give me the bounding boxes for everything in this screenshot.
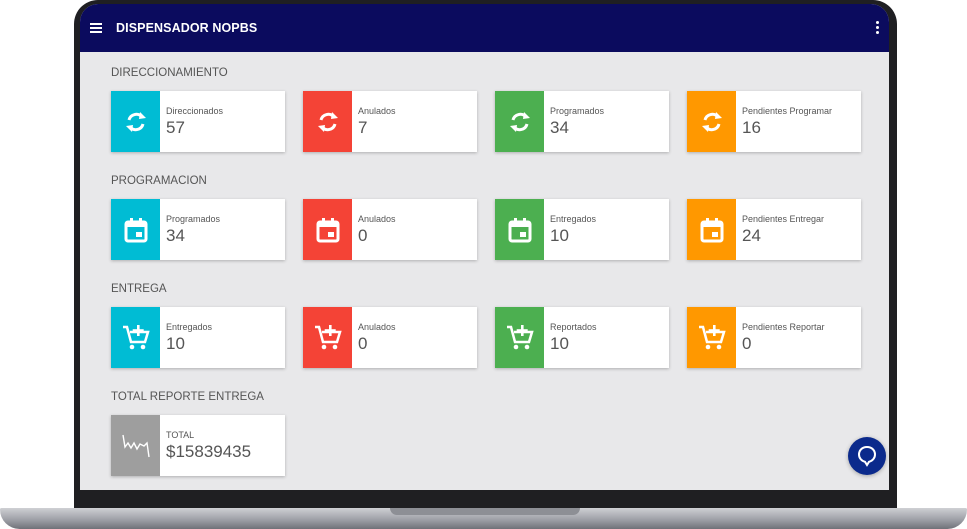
stat-card[interactable]: Reportados 10 [495, 307, 669, 368]
card-text: Entregados 10 [160, 307, 212, 368]
card-icon-box [303, 199, 352, 260]
chat-button[interactable] [848, 437, 886, 475]
card-value: 10 [550, 226, 569, 245]
card-label: Entregados [550, 214, 597, 224]
section-title-total-reporte: TOTAL REPORTE ENTREGA [111, 391, 264, 403]
app-screen: DISPENSADOR NOPBS DIRECCIONAMIENTO PROGR… [80, 4, 889, 490]
card-value: 7 [358, 118, 368, 137]
card-value: 10 [166, 334, 185, 353]
stat-card[interactable]: Direccionados 57 [111, 91, 285, 152]
app-title: DISPENSADOR NOPBS [116, 21, 258, 35]
section-title-entrega: ENTREGA [111, 283, 167, 295]
card-label: TOTAL [166, 430, 195, 440]
stat-card[interactable]: Entregados 10 [495, 199, 669, 260]
card-icon-box [495, 199, 544, 260]
card-icon-box [111, 199, 160, 260]
add-cart-icon [506, 324, 534, 349]
stat-card[interactable]: Programados 34 [495, 91, 669, 152]
card-text: Reportados 10 [544, 307, 597, 368]
chat-bubble-icon [857, 445, 877, 467]
card-value: 0 [358, 226, 368, 245]
refresh-icon [701, 111, 722, 132]
card-icon-box [111, 91, 160, 152]
card-value: 0 [358, 334, 368, 353]
card-value: $15839435 [166, 442, 252, 461]
card-icon-box [495, 91, 544, 152]
card-text: Anulados 7 [352, 91, 396, 152]
card-text: Programados 34 [544, 91, 604, 152]
card-icon-box [303, 91, 352, 152]
card-text: TOTAL $15839435 [160, 415, 251, 476]
card-text: Programados 34 [160, 199, 220, 260]
card-icon-box [687, 307, 736, 368]
card-icon-box [687, 199, 736, 260]
section-title-programacion: PROGRAMACION [111, 175, 207, 187]
stat-card[interactable]: TOTAL $15839435 [111, 415, 285, 476]
section-title-direccionamiento: DIRECCIONAMIENTO [111, 67, 228, 79]
card-label: Anulados [358, 106, 396, 116]
card-value: 24 [742, 226, 761, 245]
stat-card[interactable]: Programados 34 [111, 199, 285, 260]
refresh-icon [317, 111, 338, 132]
calendar-icon [508, 217, 531, 242]
add-cart-icon [314, 324, 342, 349]
card-icon-box [303, 307, 352, 368]
stat-card[interactable]: Pendientes Reportar 0 [687, 307, 861, 368]
stat-card[interactable]: Entregados 10 [111, 307, 285, 368]
more-options-icon[interactable] [875, 21, 879, 35]
card-label: Anulados [358, 322, 396, 332]
stat-card[interactable]: Anulados 7 [303, 91, 477, 152]
card-text: Anulados 0 [352, 199, 396, 260]
card-value: 0 [742, 334, 752, 353]
card-icon-box [111, 307, 160, 368]
app-bar: DISPENSADOR NOPBS [80, 4, 889, 52]
card-label: Programados [166, 214, 221, 224]
card-value: 34 [166, 226, 185, 245]
card-text: Anulados 0 [352, 307, 396, 368]
card-label: Anulados [358, 214, 396, 224]
card-text: Pendientes Programar 16 [736, 91, 832, 152]
calendar-icon [316, 217, 339, 242]
card-icon-box [495, 307, 544, 368]
add-cart-icon [122, 324, 150, 349]
card-text: Direccionados 57 [160, 91, 223, 152]
card-label: Direccionados [166, 106, 224, 116]
add-cart-icon [698, 324, 726, 349]
card-value: 10 [550, 334, 569, 353]
card-label: Pendientes Reportar [742, 322, 825, 332]
card-text: Pendientes Reportar 0 [736, 307, 825, 368]
card-value: 57 [166, 118, 185, 137]
stat-card[interactable]: Anulados 0 [303, 199, 477, 260]
stat-card[interactable]: Pendientes Entregar 24 [687, 199, 861, 260]
card-text: Entregados 10 [544, 199, 596, 260]
card-value: 16 [742, 118, 761, 137]
card-icon-box [111, 415, 160, 476]
trend-chart-icon [121, 434, 150, 457]
card-value: 34 [550, 118, 569, 137]
card-label: Pendientes Entregar [742, 214, 825, 224]
refresh-icon [509, 111, 530, 132]
calendar-icon [124, 217, 147, 242]
card-label: Programados [550, 106, 605, 116]
stat-card[interactable]: Pendientes Programar 16 [687, 91, 861, 152]
card-label: Reportados [550, 322, 597, 332]
card-text: Pendientes Entregar 24 [736, 199, 824, 260]
calendar-icon [700, 217, 723, 242]
card-label: Pendientes Programar [742, 106, 833, 116]
refresh-icon [125, 111, 146, 132]
laptop-notch [390, 508, 580, 515]
card-label: Entregados [166, 322, 213, 332]
menu-icon[interactable] [90, 22, 104, 34]
stat-card[interactable]: Anulados 0 [303, 307, 477, 368]
card-icon-box [687, 91, 736, 152]
